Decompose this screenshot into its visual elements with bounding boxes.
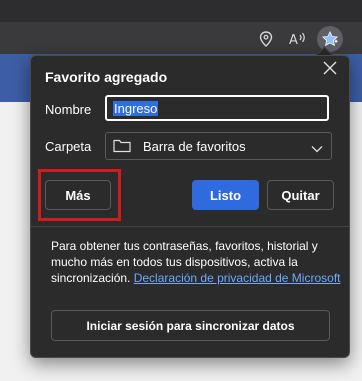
annotation-highlight-box — [38, 169, 121, 221]
name-input[interactable]: Ingreso — [105, 95, 329, 121]
favorite-added-popup: Favorito agregado Nombre Ingreso Carpeta… — [30, 55, 350, 358]
name-label: Nombre — [45, 102, 92, 117]
close-button[interactable] — [321, 61, 339, 79]
privacy-link[interactable]: Declaración de privacidad de Microsoft — [134, 271, 341, 285]
location-pin-icon[interactable] — [256, 29, 276, 49]
done-button[interactable]: Listo — [192, 180, 259, 210]
folder-icon — [113, 138, 131, 156]
signin-sync-button[interactable]: Iniciar sesión para sincronizar datos — [51, 310, 330, 341]
chevron-down-icon — [311, 141, 323, 156]
folder-select[interactable]: Barra de favoritos — [105, 132, 332, 160]
read-aloud-icon[interactable]: A — [288, 29, 308, 49]
name-input-value: Ingreso — [113, 101, 159, 116]
remove-button[interactable]: Quitar — [267, 180, 334, 210]
sync-message: Para obtener tus contraseñas, favoritos,… — [51, 238, 341, 286]
svg-text:A: A — [289, 33, 298, 47]
folder-select-value: Barra de favoritos — [143, 139, 246, 154]
close-icon — [323, 61, 337, 80]
folder-label: Carpeta — [45, 139, 92, 154]
popup-title: Favorito agregado — [45, 69, 168, 85]
popup-divider — [31, 226, 349, 227]
